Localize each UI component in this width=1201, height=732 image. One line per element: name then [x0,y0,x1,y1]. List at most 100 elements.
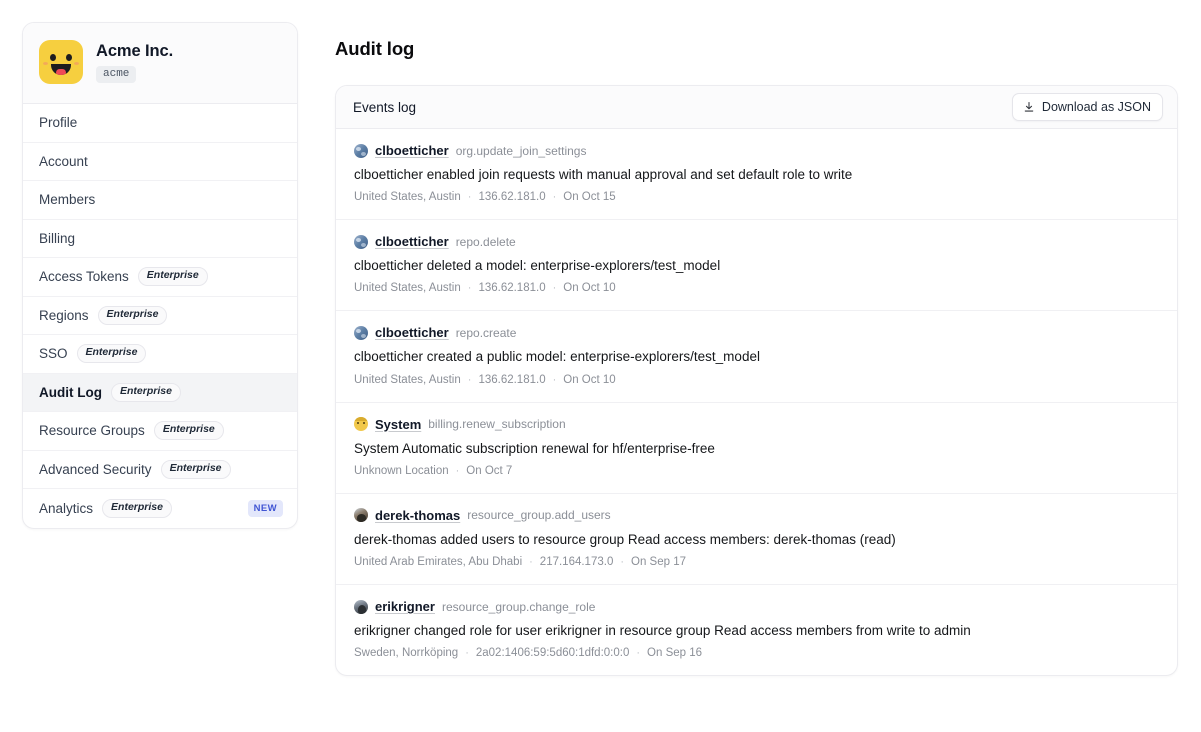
event-user-avatar [354,417,368,431]
event-row: clboetticher org.update_join_settingsclbo… [336,129,1177,220]
event-meta: United States, Austin·136.62.181.0·On Oc… [354,282,1159,294]
enterprise-badge: Enterprise [161,460,231,479]
event-meta: United States, Austin·136.62.181.0·On Oc… [354,374,1159,386]
sidebar-item-account[interactable]: Account [23,143,297,182]
org-meta: Acme Inc. acme [96,42,173,83]
event-user-link[interactable]: System [375,417,421,432]
event-location: Unknown Location [354,465,449,477]
new-badge: NEW [248,500,283,517]
event-row: derek-thomasresource_group.add_usersdere… [336,494,1177,585]
event-description: System Automatic subscription renewal fo… [354,440,1159,458]
sidebar-column: Acme Inc. acme Profile Account Members Bill… [0,0,330,732]
meta-separator: · [620,556,624,568]
sidebar-item-label: Resource Groups [39,423,145,438]
event-description: clboetticher enabled join requests with … [354,166,1159,184]
sidebar-item-label: Audit Log [39,385,102,400]
settings-sidebar: Acme Inc. acme Profile Account Members Bill… [22,22,298,529]
event-location: Sweden, Norrköping [354,647,458,659]
sidebar-item-label: Analytics [39,501,93,516]
events-log-card: Events log Download as JSON clboetticher… [335,85,1178,676]
enterprise-badge: Enterprise [154,421,224,440]
meta-separator: · [456,465,460,477]
event-ip-address: 217.164.173.0 [540,556,614,568]
event-date: On Oct 10 [563,282,615,294]
enterprise-badge: Enterprise [98,306,168,325]
sidebar-item-billing[interactable]: Billing [23,220,297,259]
event-ip-address: 136.62.181.0 [478,374,545,386]
events-log-title: Events log [353,100,416,115]
main-column: Audit log Events log Download as JSON cl… [330,0,1201,732]
event-action-type: repo.create [456,326,517,340]
meta-separator: · [468,191,472,203]
sidebar-item-audit-log[interactable]: Audit LogEnterprise [23,374,297,413]
event-description: clboetticher created a public model: ent… [354,348,1159,366]
event-action-type: billing.renew_subscription [428,417,565,431]
org-slug-badge: acme [96,66,136,83]
event-user-link[interactable]: clboetticher [375,234,449,249]
sidebar-item-advanced-security[interactable]: Advanced SecurityEnterprise [23,451,297,490]
meta-separator: · [553,374,557,386]
event-ip-address: 2a02:1406:59:5d60:1dfd:0:0:0 [476,647,629,659]
org-slug-wrap: acme [96,66,173,83]
event-date: On Sep 16 [647,647,702,659]
event-user-avatar [354,508,368,522]
avatar-cheek-left [43,62,48,65]
event-location: United States, Austin [354,374,461,386]
event-user-avatar [354,144,368,158]
org-header: Acme Inc. acme [23,23,297,104]
sidebar-item-profile[interactable]: Profile [23,104,297,143]
event-header: clboetticher repo.delete [354,234,1159,249]
enterprise-badge: Enterprise [77,344,147,363]
event-date: On Sep 17 [631,556,686,568]
sidebar-item-regions[interactable]: Regions Enterprise [23,297,297,336]
sidebar-item-label: Regions [39,308,89,323]
event-user-avatar [354,235,368,249]
download-button-label: Download as JSON [1042,100,1151,114]
event-meta: Unknown Location · On Oct 7 [354,465,1159,477]
events-log-header: Events log Download as JSON [336,86,1177,129]
org-avatar-smiling-face-icon [39,40,83,84]
download-as-json-button[interactable]: Download as JSON [1012,93,1163,121]
event-row: clboetticher repo.create clboetticher crea… [336,311,1177,402]
sidebar-item-label: Access Tokens [39,269,129,284]
event-description: erikrigner changed role for user erikrig… [354,622,1159,640]
event-row: erikrigner resource_group.change_roleerik… [336,585,1177,675]
event-date: On Oct 7 [466,465,512,477]
avatar-cheek-right [74,62,79,65]
event-header: System billing.renew_subscription [354,417,1159,432]
event-date: On Oct 10 [563,374,615,386]
event-action-type: resource_group.change_role [442,600,595,614]
event-header: clboetticher repo.create [354,325,1159,340]
avatar-eye-right [66,54,72,61]
event-description: derek-thomas added users to resource gro… [354,531,1159,549]
sidebar-item-access-tokens[interactable]: Access TokensEnterprise [23,258,297,297]
event-user-link[interactable]: clboetticher [375,143,449,158]
sidebar-item-label: Account [39,154,88,169]
event-date: On Oct 15 [563,191,615,203]
sidebar-item-members[interactable]: Members [23,181,297,220]
event-user-link[interactable]: clboetticher [375,325,449,340]
event-action-type: org.update_join_settings [456,144,587,158]
enterprise-badge: Enterprise [102,499,172,518]
sidebar-item-sso[interactable]: SSOEnterprise [23,335,297,374]
event-user-avatar [354,326,368,340]
page-title: Audit log [335,38,1178,60]
sidebar-item-analytics[interactable]: Analytics Enterprise NEW [23,489,297,528]
sidebar-item-label: Billing [39,231,75,246]
sidebar-item-label: Members [39,192,95,207]
event-row: clboetticherrepo.deleteclboetticher dele… [336,220,1177,311]
avatar-eye-left [50,54,56,61]
sidebar-item-resource-groups[interactable]: Resource Groups Enterprise [23,412,297,451]
event-meta: United States, Austin·136.62.181.0·On Oc… [354,191,1159,203]
avatar-tongue [56,69,66,75]
org-name: Acme Inc. [96,42,173,61]
event-user-link[interactable]: erikrigner [375,599,435,614]
event-user-avatar [354,600,368,614]
audit-log-page: Acme Inc. acme Profile Account Members Bill… [0,0,1201,732]
meta-separator: · [468,282,472,294]
event-user-link[interactable]: derek-thomas [375,508,460,523]
meta-separator: · [553,191,557,203]
event-action-type: repo.delete [456,235,516,249]
sidebar-nav-list: Profile Account Members Billing Access Token… [23,104,297,528]
event-row: System billing.renew_subscription System A… [336,403,1177,494]
